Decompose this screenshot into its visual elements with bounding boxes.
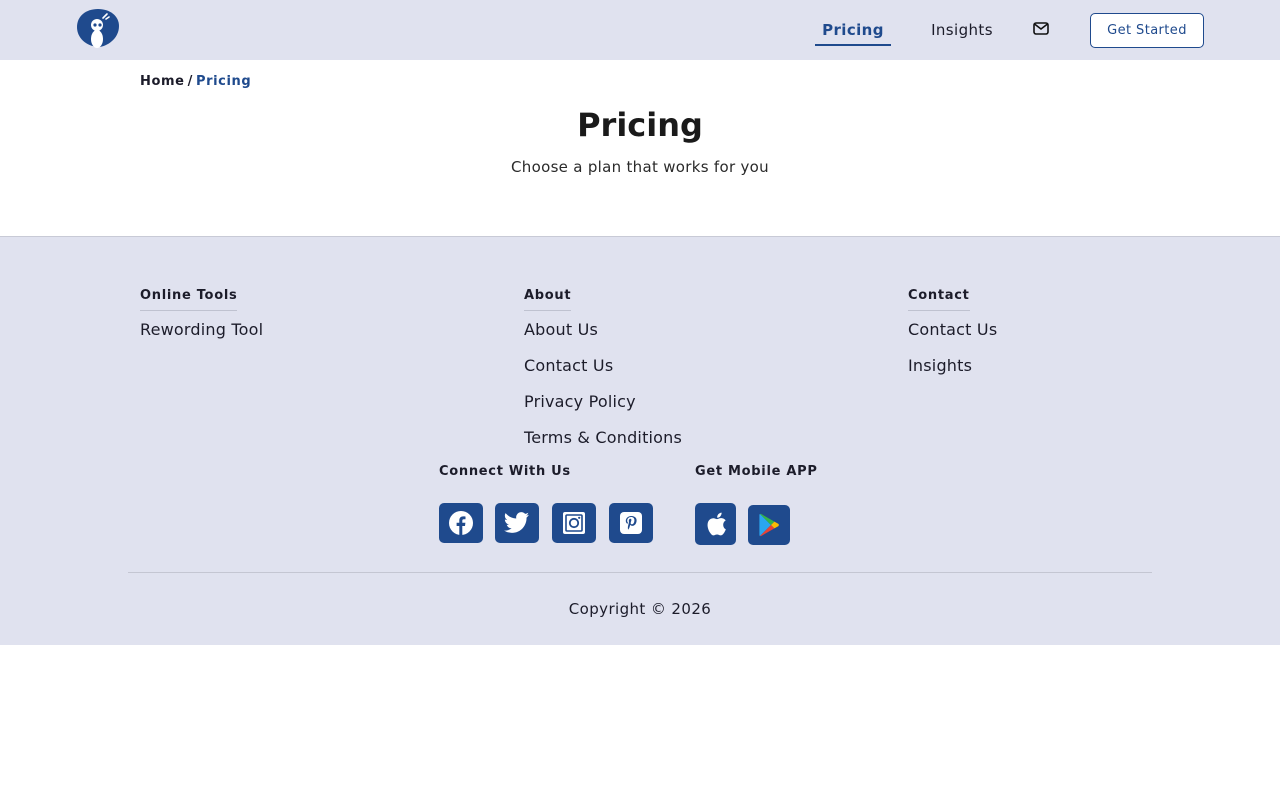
- footer-link-rewording-tool[interactable]: Rewording Tool: [140, 320, 263, 339]
- google-play-link[interactable]: [748, 505, 790, 545]
- breadcrumb-separator: /: [187, 74, 193, 89]
- footer-link-about-us[interactable]: About Us: [524, 320, 598, 339]
- footer-link-terms-conditions[interactable]: Terms & Conditions: [524, 428, 682, 447]
- site-header: Pricing Insights Get Started: [0, 0, 1280, 60]
- footer-link-insights[interactable]: Insights: [908, 356, 972, 375]
- google-play-icon: [759, 513, 779, 537]
- logo-link[interactable]: [76, 8, 120, 48]
- twitter-link[interactable]: [495, 503, 539, 543]
- footer-heading-contact: Contact: [908, 288, 970, 311]
- footer-link-contact-us[interactable]: Contact Us: [524, 356, 613, 375]
- footer-heading-online-tools: Online Tools: [140, 288, 238, 311]
- breadcrumb: Home / Pricing: [140, 74, 251, 89]
- envelope-icon: [1033, 21, 1049, 35]
- page-title: Pricing: [577, 106, 703, 144]
- copyright-text: Copyright © 2026: [568, 600, 712, 618]
- footer-link-privacy-policy[interactable]: Privacy Policy: [524, 392, 636, 411]
- app-heading: Get Mobile APP: [695, 464, 818, 479]
- facebook-icon: [449, 511, 473, 535]
- facebook-link[interactable]: [439, 503, 483, 543]
- breadcrumb-home[interactable]: Home: [140, 74, 185, 89]
- nav-pricing[interactable]: Pricing: [815, 12, 891, 46]
- get-started-button[interactable]: Get Started: [1090, 13, 1204, 48]
- mail-link[interactable]: [1030, 18, 1052, 38]
- apple-icon: [707, 512, 726, 536]
- logo-icon: [77, 9, 119, 48]
- footer-heading-about: About: [524, 288, 572, 311]
- page-subtitle: Choose a plan that works for you: [511, 158, 769, 176]
- pinterest-link[interactable]: [609, 503, 653, 543]
- app-store-link[interactable]: [695, 503, 736, 545]
- connect-heading: Connect With Us: [439, 464, 571, 479]
- footer-link-contact-us-2[interactable]: Contact Us: [908, 320, 997, 339]
- pinterest-icon: [620, 512, 642, 534]
- nav-insights[interactable]: Insights: [923, 12, 1001, 46]
- instagram-link[interactable]: [552, 503, 596, 543]
- instagram-icon: [563, 512, 585, 534]
- site-footer: Online Tools Rewording Tool About About …: [0, 236, 1280, 645]
- footer-divider: [128, 572, 1152, 573]
- twitter-icon: [504, 512, 529, 533]
- breadcrumb-current: Pricing: [195, 74, 252, 89]
